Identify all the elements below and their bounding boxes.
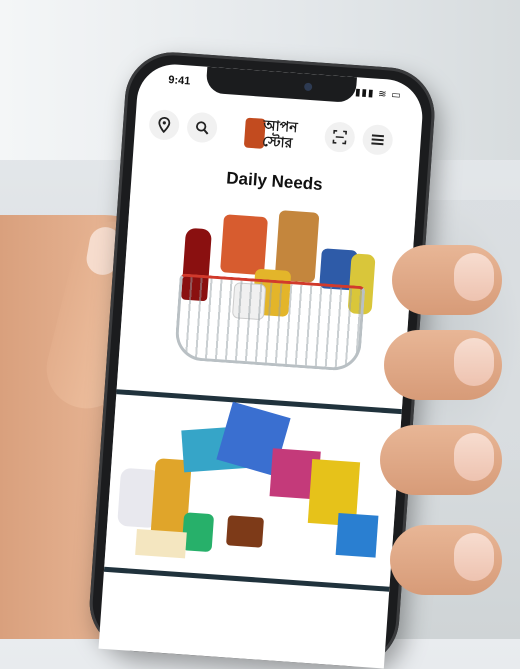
- finger-little: [390, 525, 502, 595]
- sauce-jar: [226, 515, 265, 548]
- fingernail: [454, 253, 494, 301]
- finger-index: [392, 245, 502, 315]
- noodle-pack: [135, 528, 187, 559]
- search-icon: [196, 121, 209, 135]
- location-pin-icon: [158, 116, 171, 134]
- camera-icon: [303, 82, 313, 92]
- menu-button[interactable]: [361, 123, 394, 156]
- fingernail: [454, 338, 494, 386]
- shopping-basket: [173, 273, 366, 373]
- phone-screen: 9:41 ▮▮▮ ≋ ▭ আপন স্টোর Daily Needs: [98, 61, 425, 669]
- fingernail: [454, 433, 494, 481]
- snack-pack: [220, 214, 268, 276]
- finger-middle: [384, 330, 502, 400]
- cracker-box: [335, 512, 379, 558]
- logo-text: আপন স্টোর: [261, 116, 299, 151]
- fingernail: [454, 533, 494, 581]
- top-bar: আপন স্টোর: [133, 98, 422, 172]
- product-banner-pile[interactable]: [104, 397, 402, 587]
- status-icons: ▮▮▮ ≋ ▭: [354, 87, 403, 102]
- search-button[interactable]: [186, 111, 219, 144]
- scan-icon: [332, 129, 348, 145]
- product-banner-basket[interactable]: [116, 189, 416, 410]
- finger-ring: [380, 425, 502, 495]
- hamburger-menu-icon: [371, 134, 384, 146]
- location-button[interactable]: [148, 108, 181, 141]
- status-time: 9:41: [167, 74, 191, 88]
- app-logo[interactable]: আপন স্টোর: [243, 110, 308, 160]
- scan-button[interactable]: [323, 121, 356, 154]
- notch: [205, 66, 357, 104]
